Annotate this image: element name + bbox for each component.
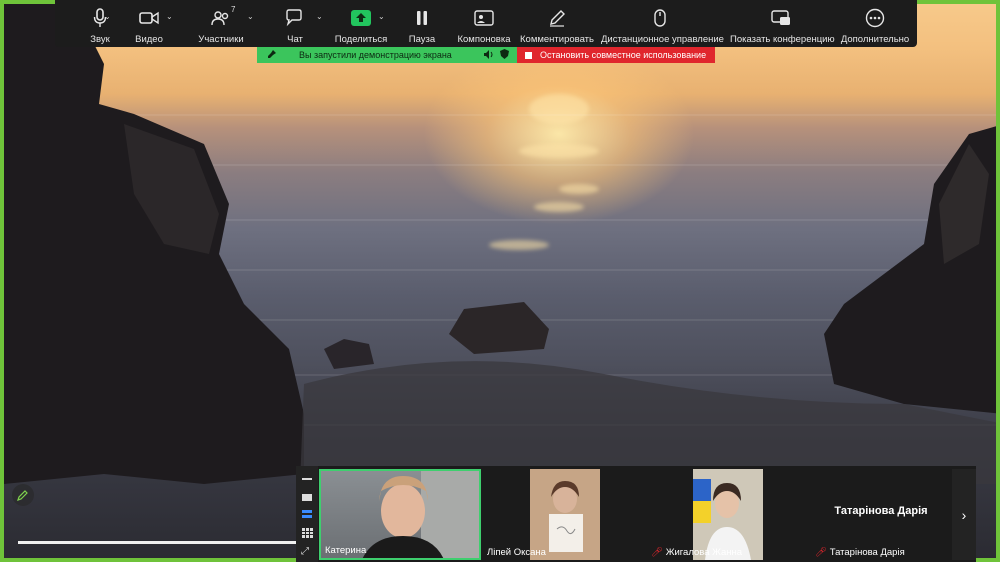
- annotate-pen-icon: [546, 8, 568, 28]
- participant-display-name: Татарінова Дарія: [834, 505, 928, 517]
- show-meeting-icon: [770, 8, 792, 28]
- participant-tile-4[interactable]: Татарінова Дарія 🎤︎ Татарінова Дарія: [811, 469, 951, 560]
- security-shield-icon[interactable]: [500, 49, 509, 61]
- pause-icon: [411, 8, 433, 28]
- meeting-toolbar: Звук ⌄ Видео ⌄ 7 Участники ⌄ Чат ⌄ Подел…: [55, 0, 917, 47]
- chat-button[interactable]: Чат: [275, 0, 315, 47]
- chat-icon: [284, 8, 306, 28]
- video-label: Видео: [135, 34, 163, 45]
- annotation-toggle-button[interactable]: [12, 484, 34, 506]
- pause-label: Пауза: [408, 34, 436, 45]
- next-page-chevron-icon[interactable]: ›: [952, 469, 976, 560]
- left-rock: [4, 4, 304, 484]
- sharing-status-text: Вы запустили демонстрацию экрана: [299, 50, 452, 60]
- more-icon: [864, 8, 886, 28]
- share-screen-label: Поделиться: [334, 34, 388, 45]
- participants-label: Участники: [198, 34, 244, 45]
- participants-icon: [210, 8, 232, 28]
- annotate-label: Комментировать: [520, 34, 594, 45]
- remote-control-button[interactable]: Дистанционное управление: [601, 0, 724, 47]
- video-options-chevron-icon[interactable]: ⌄: [166, 12, 173, 21]
- participants-count: 7: [231, 5, 236, 14]
- participants-button[interactable]: 7 Участники: [193, 0, 249, 47]
- audio-label: Звук: [90, 34, 110, 45]
- audio-options-chevron-icon[interactable]: ⌄: [104, 12, 111, 21]
- muted-mic-icon: 🎤︎: [815, 547, 828, 558]
- strip-view-controls: ⤢: [296, 466, 318, 562]
- show-meeting-button[interactable]: Показать конференцию: [730, 0, 835, 47]
- layout-button[interactable]: Компоновка: [453, 0, 515, 47]
- participant-name: Катерина: [325, 545, 367, 556]
- expand-icon[interactable]: ⤢: [301, 546, 309, 557]
- center-rock: [449, 302, 549, 354]
- remote-mouse-icon: [649, 8, 671, 28]
- remote-control-label: Дистанционное управление: [601, 34, 724, 45]
- chat-label: Чат: [287, 34, 303, 45]
- gallery-grid-icon[interactable]: [302, 528, 313, 538]
- more-label: Дополнительно: [840, 34, 910, 45]
- participants-options-chevron-icon[interactable]: ⌄: [247, 12, 254, 21]
- pause-share-button[interactable]: Пауза: [403, 0, 441, 47]
- stop-share-button[interactable]: Остановить совместное использование: [517, 47, 715, 63]
- participant-tile-3[interactable]: 🎤︎ Жигалова Жанна: [647, 469, 807, 560]
- video-progress-bar[interactable]: [18, 541, 296, 544]
- share-options-chevron-icon[interactable]: ⌄: [378, 12, 385, 21]
- sharing-status-bar: Вы запустили демонстрацию экрана: [257, 47, 517, 63]
- more-button[interactable]: Дополнительно: [840, 0, 910, 47]
- show-meeting-label: Показать конференцию: [730, 34, 835, 45]
- audio-button[interactable]: Звук: [75, 0, 125, 47]
- participant-name: 🎤︎ Жигалова Жанна: [651, 547, 743, 558]
- annotate-button[interactable]: Комментировать: [520, 0, 594, 47]
- participant-name: Лiпей Оксана: [487, 547, 546, 558]
- stop-square-icon: [525, 51, 532, 59]
- pencil-icon: [17, 490, 28, 501]
- video-camera-icon: [138, 8, 160, 28]
- single-view-icon[interactable]: [302, 494, 312, 501]
- strip-view-icon[interactable]: [302, 510, 312, 520]
- layout-icon: [473, 8, 495, 28]
- layout-label: Компоновка: [457, 34, 511, 45]
- muted-mic-icon: 🎤︎: [651, 547, 664, 558]
- small-rock: [324, 339, 374, 369]
- minimize-icon[interactable]: [302, 478, 312, 480]
- chat-options-chevron-icon[interactable]: ⌄: [316, 12, 323, 21]
- speaker-icon[interactable]: [484, 49, 494, 61]
- stop-share-text: Остановить совместное использование: [540, 50, 707, 60]
- video-button[interactable]: Видео: [125, 0, 173, 47]
- participant-tile-1[interactable]: Катерина: [319, 469, 481, 560]
- participant-name: 🎤︎ Татарінова Дарія: [815, 547, 905, 558]
- pin-icon[interactable]: [267, 49, 277, 61]
- share-screen-icon: [350, 8, 372, 28]
- share-screen-button[interactable]: Поделиться: [331, 0, 391, 47]
- participant-tile-2[interactable]: Лiпей Оксана: [483, 469, 643, 560]
